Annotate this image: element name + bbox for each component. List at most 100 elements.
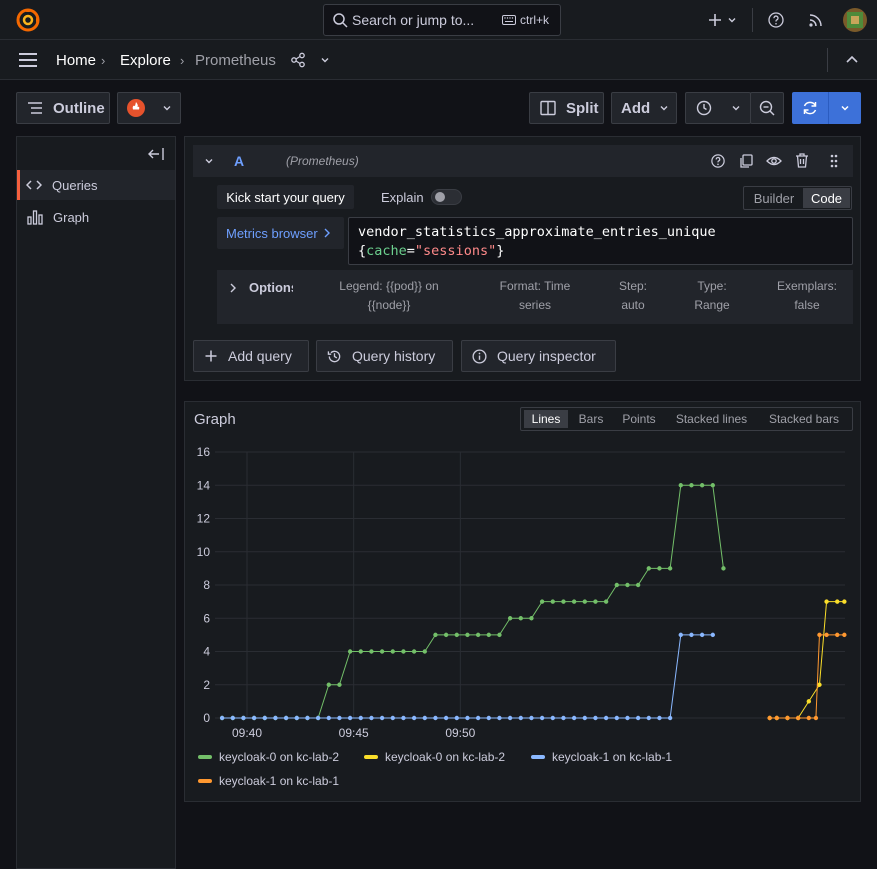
option-exemplars: Exemplars: false bbox=[769, 277, 845, 315]
query-options-row[interactable]: Options Legend: {{pod}} on {{node}} Forma… bbox=[217, 270, 853, 324]
data-point bbox=[465, 715, 470, 721]
search-input[interactable]: Search or jump to... ctrl+k bbox=[323, 4, 561, 36]
chevron-down-icon bbox=[732, 106, 740, 111]
data-point bbox=[507, 616, 513, 621]
eye-icon[interactable] bbox=[766, 154, 782, 168]
legend-swatch bbox=[198, 755, 212, 759]
data-point bbox=[667, 566, 673, 571]
outline-button[interactable]: Outline bbox=[16, 92, 110, 124]
refresh-button[interactable] bbox=[792, 92, 828, 124]
zoom-out-button[interactable] bbox=[750, 92, 784, 124]
query-inspector-button[interactable]: Query inspector bbox=[461, 340, 616, 372]
help-icon[interactable] bbox=[768, 12, 784, 28]
query-code-editor[interactable]: vendor_statistics_approximate_entries_un… bbox=[348, 217, 853, 265]
query-metric-name: vendor_statistics_approximate_entries_un… bbox=[358, 224, 716, 240]
datasource-picker[interactable] bbox=[117, 92, 181, 124]
explain-toggle[interactable] bbox=[431, 189, 462, 205]
data-point bbox=[411, 649, 417, 654]
data-point bbox=[835, 599, 840, 604]
top-bar: Search or jump to... ctrl+k bbox=[0, 0, 877, 40]
chevron-down-icon bbox=[841, 105, 849, 111]
collapse-left-icon[interactable] bbox=[148, 147, 164, 161]
option-legend: Legend: {{pod}} on {{node}} bbox=[325, 277, 453, 315]
legend-item[interactable]: keycloak-1 on kc-lab-1 bbox=[198, 774, 339, 788]
split-columns-icon bbox=[540, 100, 556, 116]
data-point bbox=[379, 649, 385, 654]
y-tick-label: 0 bbox=[203, 711, 210, 725]
legend-swatch bbox=[364, 755, 378, 759]
sidebar-item-label: Graph bbox=[53, 209, 90, 225]
outline-label: Outline bbox=[53, 99, 105, 117]
help-icon[interactable] bbox=[711, 154, 725, 168]
mode-stacked-lines[interactable]: Stacked lines bbox=[669, 410, 754, 428]
chevron-down-icon[interactable] bbox=[319, 54, 331, 66]
y-tick-label: 4 bbox=[203, 645, 210, 659]
mode-bars[interactable]: Bars bbox=[573, 410, 609, 428]
news-feed-icon[interactable] bbox=[808, 12, 824, 28]
data-point bbox=[593, 599, 598, 604]
data-point bbox=[262, 715, 267, 721]
data-point bbox=[625, 715, 630, 721]
query-ref-id[interactable]: A bbox=[234, 153, 244, 169]
data-point bbox=[817, 632, 822, 638]
legend-swatch bbox=[198, 779, 212, 783]
data-point bbox=[699, 483, 705, 488]
kick-start-query-button[interactable]: Kick start your query bbox=[217, 185, 354, 209]
data-point bbox=[550, 599, 555, 604]
query-history-button[interactable]: Query history bbox=[316, 340, 453, 372]
metrics-browser-button[interactable]: Metrics browser bbox=[217, 217, 344, 249]
share-icon[interactable] bbox=[290, 52, 306, 68]
data-point bbox=[433, 715, 438, 721]
y-tick-label: 12 bbox=[197, 512, 211, 526]
breadcrumb-home[interactable]: Home bbox=[56, 52, 96, 69]
time-series-chart[interactable]: 0 2 4 6 8 10 12 14 16 09:40 09:45 09:50 bbox=[185, 438, 860, 748]
series-line-4 bbox=[769, 634, 845, 719]
sidebar-item-queries[interactable]: Queries bbox=[17, 170, 175, 200]
data-point bbox=[614, 582, 619, 588]
drag-handle-icon[interactable] bbox=[830, 154, 838, 168]
data-point bbox=[539, 715, 545, 721]
split-button[interactable]: Split bbox=[529, 92, 604, 124]
refresh-interval-dropdown[interactable] bbox=[829, 92, 861, 124]
option-legend-line1: Legend: {{pod}} on bbox=[339, 279, 439, 293]
time-picker-button[interactable] bbox=[685, 92, 751, 124]
history-icon bbox=[327, 350, 341, 362]
sidebar-item-graph[interactable]: Graph bbox=[17, 202, 175, 232]
data-point bbox=[401, 715, 406, 721]
graph-mode-switch: Lines Bars Points Stacked lines Stacked … bbox=[520, 407, 853, 431]
add-query-button[interactable]: Add query bbox=[193, 340, 309, 372]
legend-item[interactable]: keycloak-1 on kc-lab-1 bbox=[531, 750, 672, 764]
legend-item[interactable]: keycloak-0 on kc-lab-2 bbox=[198, 750, 339, 764]
user-avatar[interactable] bbox=[843, 8, 867, 32]
menu-icon[interactable] bbox=[18, 52, 38, 68]
duplicate-icon[interactable] bbox=[739, 154, 753, 168]
mode-points[interactable]: Points bbox=[614, 410, 664, 428]
trash-icon[interactable] bbox=[795, 153, 809, 168]
brace-close: } bbox=[496, 243, 505, 259]
x-tick-label: 09:40 bbox=[232, 726, 262, 740]
data-point bbox=[625, 582, 630, 588]
info-icon bbox=[472, 348, 487, 364]
data-point bbox=[241, 715, 246, 721]
graph-title: Graph bbox=[194, 411, 236, 428]
grafana-logo[interactable] bbox=[16, 8, 40, 32]
chevron-down-icon[interactable] bbox=[203, 155, 215, 167]
y-tick-label: 8 bbox=[203, 578, 210, 592]
x-tick-label: 09:45 bbox=[339, 726, 369, 740]
brace-open: { bbox=[358, 243, 367, 259]
query-datasource-label: (Prometheus) bbox=[286, 154, 359, 168]
mode-lines[interactable]: Lines bbox=[524, 410, 568, 428]
mode-code[interactable]: Code bbox=[803, 188, 850, 208]
mode-builder[interactable]: Builder bbox=[745, 188, 803, 208]
breadcrumb-explore[interactable]: Explore bbox=[120, 52, 171, 69]
chevron-up-icon[interactable] bbox=[845, 54, 859, 66]
add-button[interactable]: Add bbox=[611, 92, 677, 124]
data-point bbox=[443, 632, 449, 638]
legend-label: keycloak-1 on kc-lab-1 bbox=[219, 774, 340, 788]
mode-stacked-bars[interactable]: Stacked bars bbox=[759, 410, 849, 428]
options-label: Options bbox=[249, 280, 293, 295]
legend-item[interactable]: keycloak-0 on kc-lab-2 bbox=[364, 750, 505, 764]
label-key: cache bbox=[366, 243, 407, 259]
data-point bbox=[475, 632, 481, 638]
new-menu-button[interactable] bbox=[706, 10, 740, 30]
